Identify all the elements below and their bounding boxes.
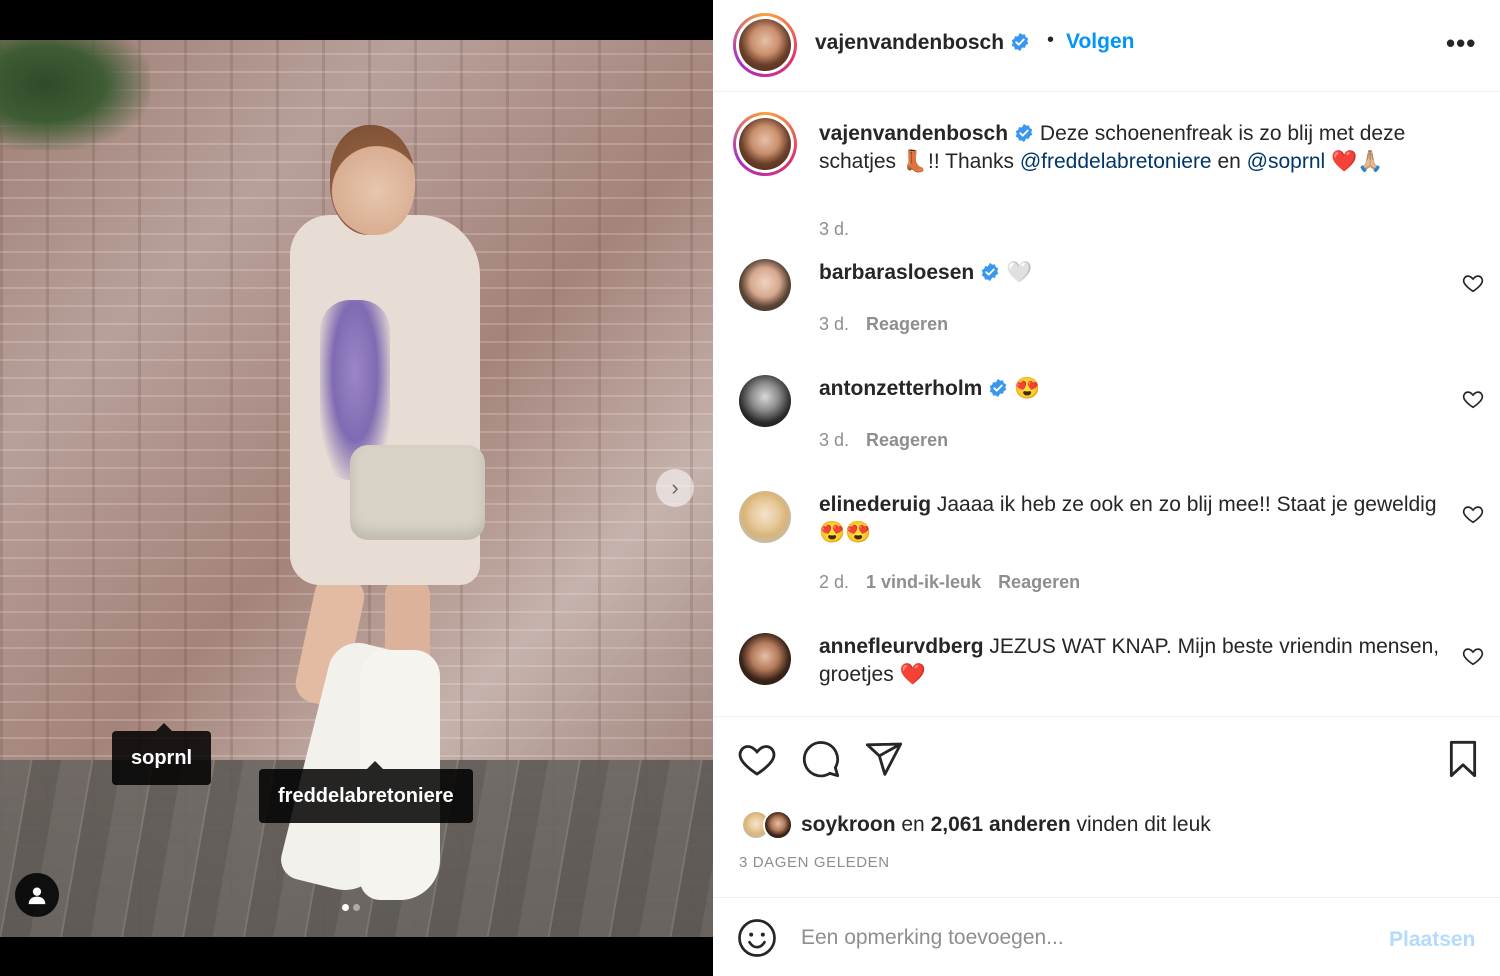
verified-badge-icon [1011, 32, 1029, 52]
comment-username[interactable]: annefleurvdberg [819, 635, 984, 658]
comment-avatar[interactable] [739, 491, 791, 543]
likes-summary: soykroon en 2,061 anderen vinden dit leu… [741, 809, 1211, 841]
next-photo-button[interactable]: › [656, 469, 694, 507]
verified-badge-icon [1015, 123, 1033, 143]
comment-text: elinederuig Jaaaa ik heb ze ook en zo bl… [819, 493, 1437, 544]
comment-text: antonzetterholm 😍 [819, 377, 1041, 400]
user-tag-icon [28, 887, 46, 905]
author-username[interactable]: vajenvandenbosch [815, 31, 1030, 55]
add-comment-bar: Plaatsen [713, 897, 1500, 976]
heart-icon[interactable] [1462, 503, 1484, 525]
reply-button[interactable]: Reageren [866, 314, 948, 334]
caption-time[interactable]: 3 d. [819, 219, 849, 239]
carousel-indicator [342, 904, 360, 911]
post-actions: soykroon en 2,061 anderen vinden dit leu… [713, 717, 1500, 897]
comment-username[interactable]: antonzetterholm [819, 377, 982, 400]
photo-head [330, 125, 415, 235]
verified-badge-icon [982, 262, 999, 282]
comment-text: annefleurvdberg JEZUS WAT KNAP. Mijn bes… [819, 635, 1440, 686]
comment-icon[interactable] [801, 739, 841, 779]
caption-username[interactable]: vajenvandenbosch [819, 122, 1008, 145]
bookmark-icon[interactable] [1443, 739, 1483, 779]
comment-meta: 3 d. Reageren [819, 314, 965, 335]
photo-trees [0, 40, 150, 150]
caption-text: vajenvandenbosch Deze schoenenfreak is z… [819, 122, 1406, 173]
comment-likes[interactable]: 1 vind-ik-leuk [866, 572, 981, 592]
post-header: vajenvandenbosch • Volgen ••• [713, 0, 1500, 92]
comment-meta: 2 d. 1 vind-ik-leuk Reageren [819, 572, 1097, 593]
liker-avatar [763, 810, 793, 840]
comment-input[interactable] [801, 916, 1361, 960]
photo-tag-soprnl[interactable]: soprnl [112, 723, 212, 785]
reply-button[interactable]: Reageren [866, 430, 948, 450]
heart-icon[interactable] [1462, 272, 1484, 294]
comment-avatar[interactable] [739, 633, 791, 685]
carousel-dot-active [342, 904, 349, 911]
chevron-right-icon: › [671, 475, 679, 500]
comment-time[interactable]: 3 d. [819, 314, 849, 334]
comment-avatar[interactable] [739, 375, 791, 427]
header-separator: • [1047, 29, 1055, 51]
caption-meta: 3 d. [819, 219, 866, 240]
mention-freddelabretoniere[interactable]: @freddelabretoniere [1020, 150, 1212, 173]
post-panel: vajenvandenbosch • Volgen ••• vajenvande… [713, 0, 1500, 976]
comment-username[interactable]: elinederuig [819, 493, 931, 516]
follow-button[interactable]: Volgen [1066, 30, 1134, 54]
photo-bag [350, 445, 485, 540]
comment-time[interactable]: 2 d. [819, 572, 849, 592]
likes-text: soykroon en 2,061 anderen vinden dit leu… [801, 813, 1211, 836]
post-timestamp[interactable]: 3 DAGEN GELEDEN [739, 854, 890, 871]
comment-meta: 3 d. Reageren [819, 430, 965, 451]
carousel-dot [353, 904, 360, 911]
comment-username[interactable]: barbarasloesen [819, 261, 974, 284]
verified-badge-icon [990, 378, 1007, 398]
emoji-icon[interactable] [737, 918, 777, 958]
more-options-button[interactable]: ••• [1446, 28, 1476, 59]
comment-avatar[interactable] [739, 259, 791, 311]
user-tags-button[interactable] [15, 873, 59, 917]
post-comment-button[interactable]: Plaatsen [1389, 928, 1475, 952]
like-heart-icon[interactable] [737, 739, 777, 779]
mention-soprnl[interactable]: @soprnl [1247, 150, 1326, 173]
comments-list[interactable]: vajenvandenbosch Deze schoenenfreak is z… [713, 92, 1500, 717]
caption-avatar[interactable] [733, 112, 797, 176]
reply-button[interactable]: Reageren [998, 572, 1080, 592]
heart-icon[interactable] [1462, 388, 1484, 410]
post-media: soprnl freddelabretoniere › [0, 0, 713, 976]
comment-text: barbarasloesen 🤍 [819, 261, 1033, 284]
photo-tag-freddelabretoniere[interactable]: freddelabretoniere [259, 761, 473, 823]
share-icon[interactable] [864, 739, 904, 779]
heart-icon[interactable] [1462, 645, 1484, 667]
comment-time[interactable]: 3 d. [819, 430, 849, 450]
author-avatar[interactable] [733, 13, 797, 77]
liker-username[interactable]: soykroon [801, 813, 896, 836]
likes-others-link[interactable]: 2,061 anderen [931, 813, 1071, 836]
